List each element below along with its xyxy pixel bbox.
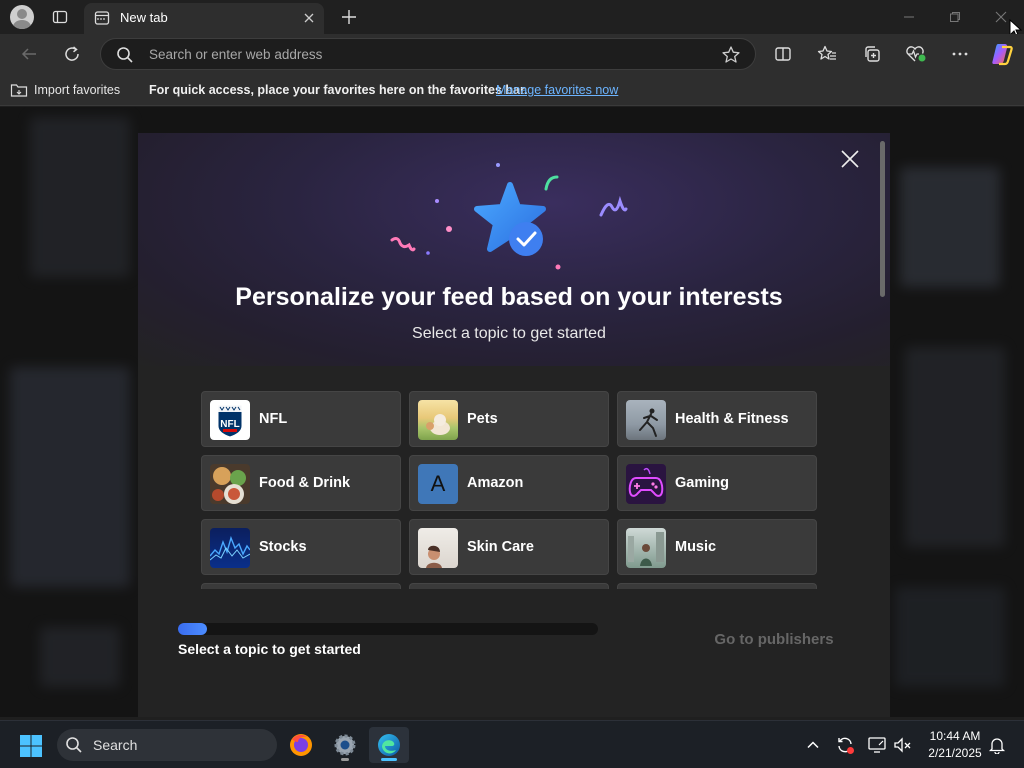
topic-card-health-fitness[interactable]: Health & Fitness — [617, 391, 817, 447]
fitness-photo-icon — [626, 400, 666, 440]
refresh-button[interactable] — [57, 39, 87, 69]
browser-essentials-button[interactable] — [901, 39, 931, 69]
avatar-body-shape — [13, 20, 31, 29]
active-app-indicator — [381, 758, 397, 761]
address-bar[interactable]: Search or enter web address — [100, 38, 756, 70]
stocks-chart-icon — [210, 528, 250, 568]
music-photo-icon — [626, 528, 666, 568]
topic-card-stocks[interactable]: Stocks — [201, 519, 401, 575]
add-favorite-star-icon[interactable] — [721, 45, 741, 69]
restore-button[interactable] — [932, 4, 978, 30]
topic-card-partial[interactable] — [617, 583, 817, 589]
topic-card-partial[interactable] — [409, 583, 609, 589]
topic-progress-fill — [178, 623, 207, 635]
topic-progress-bar — [178, 623, 598, 635]
amazon-letter: A — [430, 471, 446, 496]
nfl-logo-icon: NFL — [210, 400, 250, 440]
topic-card-amazon[interactable]: A Amazon — [409, 455, 609, 511]
tab-strip: New tab — [0, 0, 1024, 39]
taskbar-settings[interactable] — [325, 727, 365, 763]
favorites-bar: Import favorites For quick access, place… — [0, 74, 1024, 106]
taskbar-edge[interactable] — [369, 727, 409, 763]
gear-icon — [334, 734, 356, 756]
go-to-publishers-button[interactable]: Go to publishers — [704, 623, 844, 655]
tab-close-icon[interactable] — [301, 10, 317, 26]
manage-favorites-link[interactable]: Manage favorites now — [496, 83, 618, 97]
svg-text:NFL: NFL — [220, 419, 239, 430]
pets-photo-icon — [418, 400, 458, 440]
dialog-scrollbar-thumb[interactable] — [880, 141, 885, 297]
topic-card-partial[interactable] — [201, 583, 401, 589]
minimize-button[interactable] — [886, 4, 932, 30]
firefox-icon — [290, 734, 312, 756]
back-button[interactable] — [14, 39, 44, 69]
windows-start-icon[interactable] — [19, 734, 43, 758]
copilot-button[interactable] — [987, 39, 1017, 69]
edge-icon — [378, 734, 400, 756]
gamepad-neon-icon — [626, 464, 666, 504]
folder-import-icon — [10, 84, 28, 97]
search-icon — [65, 736, 83, 759]
import-favorites-label: Import favorites — [34, 83, 121, 97]
tab-actions-icon[interactable] — [46, 5, 74, 29]
topic-card-nfl[interactable]: NFL NFL — [201, 391, 401, 447]
topic-label: Amazon — [467, 475, 524, 491]
windows-taskbar: Search 10:44 AM 2/21/2025 — [0, 720, 1024, 768]
tab-new-tab[interactable]: New tab — [84, 3, 324, 34]
topic-card-food-drink[interactable]: Food & Drink — [201, 455, 401, 511]
topic-card-gaming[interactable]: Gaming — [617, 455, 817, 511]
network-display-icon[interactable] — [865, 733, 889, 757]
star-checkmark-illustration-icon — [390, 163, 628, 270]
topic-label: Stocks — [259, 539, 307, 555]
avatar-head-shape — [17, 9, 27, 19]
dialog-subtitle: Select a topic to get started — [412, 325, 606, 342]
skincare-photo-icon — [418, 528, 458, 568]
taskbar-firefox[interactable] — [281, 727, 321, 763]
topic-label: Pets — [467, 411, 498, 427]
screen: New tab Search or enter web address Impo… — [0, 0, 1024, 768]
topic-label: NFL — [259, 411, 288, 427]
settings-more-button[interactable] — [945, 39, 975, 69]
topic-label: Health & Fitness — [675, 411, 789, 427]
dialog-title: Personalize your feed based on your inte… — [235, 283, 783, 311]
notification-bell-icon[interactable] — [985, 733, 1009, 757]
topic-label: Food & Drink — [259, 475, 351, 491]
split-screen-button[interactable] — [768, 39, 798, 69]
taskbar-clock[interactable]: 10:44 AM 2/21/2025 — [918, 728, 992, 762]
tab-title: New tab — [120, 10, 168, 25]
progress-label: Select a topic to get started — [178, 641, 361, 657]
new-tab-favicon-icon — [94, 10, 110, 30]
clock-date: 2/21/2025 — [928, 746, 982, 760]
dialog-close-icon[interactable] — [838, 147, 862, 171]
food-photo-icon — [210, 464, 250, 504]
topic-label: Gaming — [675, 475, 729, 491]
volume-muted-icon[interactable] — [891, 733, 915, 757]
clock-time: 10:44 AM — [929, 729, 981, 743]
running-indicator — [341, 758, 349, 761]
personalize-feed-dialog: Personalize your feed based on your inte… — [138, 133, 890, 717]
topic-card-pets[interactable]: Pets — [409, 391, 609, 447]
show-hidden-icons-chevron-up-icon[interactable] — [801, 733, 825, 757]
navigation-toolbar: Search or enter web address — [0, 34, 1024, 74]
address-placeholder: Search or enter web address — [149, 47, 323, 62]
taskbar-search-box[interactable]: Search — [57, 729, 277, 761]
search-icon — [116, 46, 134, 68]
import-favorites-button[interactable]: Import favorites — [10, 81, 120, 99]
new-tab-button[interactable] — [337, 5, 361, 29]
amazon-letter-icon: A — [418, 464, 458, 504]
favorites-button[interactable] — [812, 39, 842, 69]
update-sync-icon[interactable] — [833, 733, 857, 757]
topic-label: Skin Care — [467, 539, 534, 555]
profile-avatar[interactable] — [10, 5, 34, 29]
topic-card-music[interactable]: Music — [617, 519, 817, 575]
favorites-bar-message: For quick access, place your favorites h… — [149, 83, 528, 97]
taskbar-search-label: Search — [93, 737, 138, 753]
topic-label: Music — [675, 539, 717, 555]
collections-button[interactable] — [857, 39, 887, 69]
topic-card-skin-care[interactable]: Skin Care — [409, 519, 609, 575]
